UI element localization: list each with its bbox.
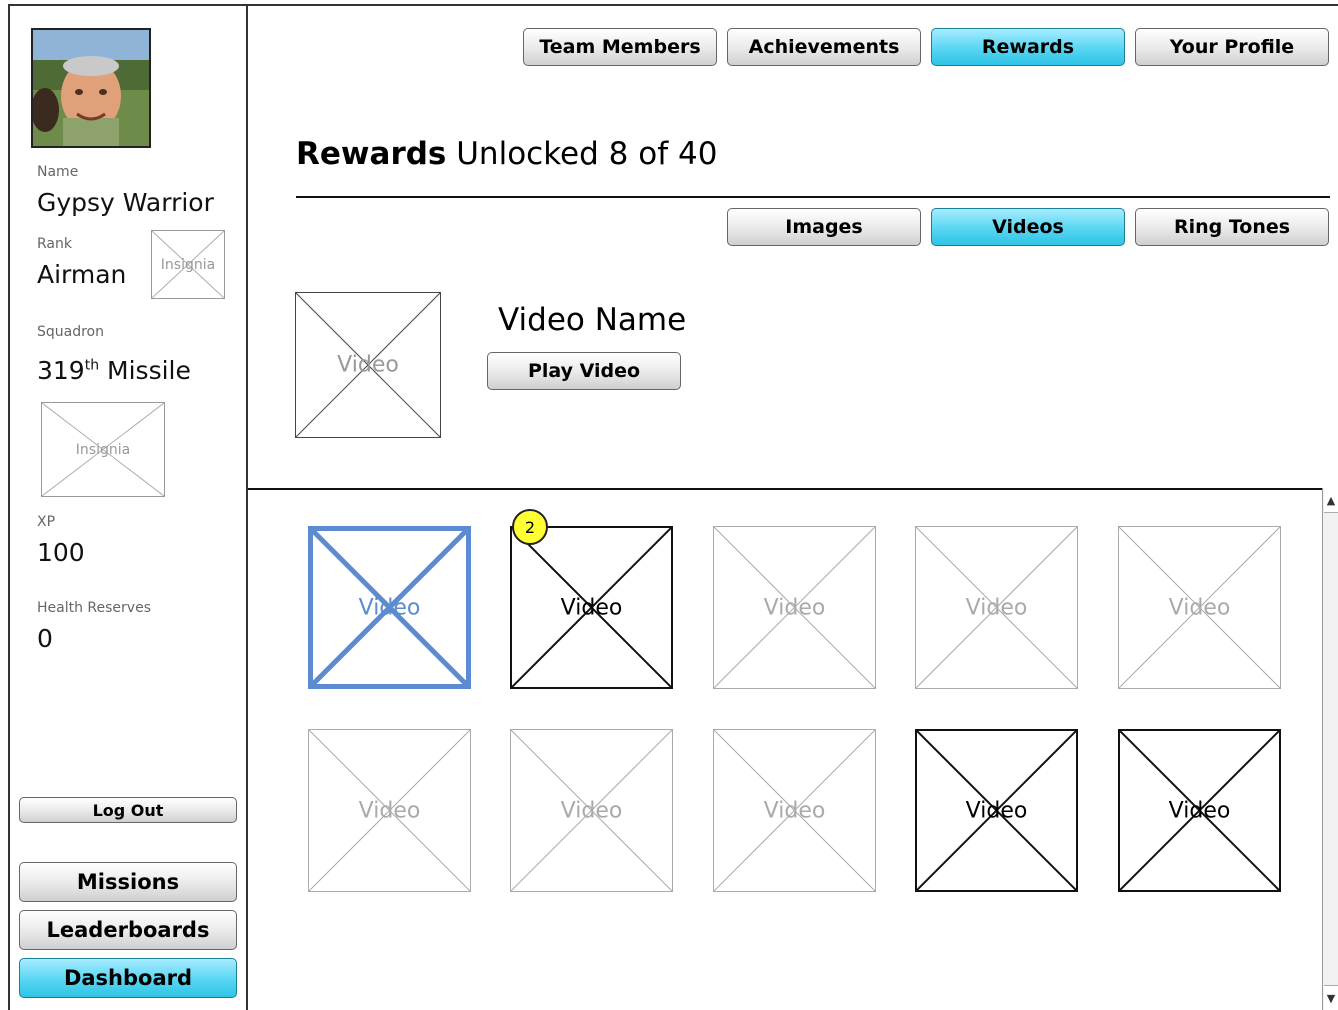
video-tile[interactable]: Video bbox=[308, 729, 471, 892]
video-tile-caption: Video bbox=[763, 595, 826, 620]
featured-video-thumbnail: Video bbox=[295, 292, 441, 438]
featured-video-name: Video Name bbox=[498, 302, 687, 338]
video-tile[interactable]: Video bbox=[915, 526, 1078, 689]
scroll-down-icon[interactable]: ▼ bbox=[1324, 985, 1338, 1010]
video-tile[interactable]: Video bbox=[1118, 526, 1281, 689]
squadron-insignia-placeholder: Insignia bbox=[41, 402, 165, 497]
sidebar-divider bbox=[246, 4, 248, 1010]
video-tile-caption: Video bbox=[560, 798, 623, 823]
video-tile-caption: Video bbox=[358, 595, 421, 620]
tab-achievements[interactable]: Achievements bbox=[727, 28, 921, 66]
video-tile[interactable]: Video bbox=[510, 526, 673, 689]
video-tile-caption: Video bbox=[1168, 595, 1231, 620]
rank-label: Rank bbox=[37, 236, 72, 252]
video-tile-caption: Video bbox=[965, 798, 1028, 823]
frame-top-border bbox=[8, 4, 1338, 6]
video-tile-caption: Video bbox=[560, 595, 623, 620]
video-tile[interactable]: Video bbox=[915, 729, 1078, 892]
health-label: Health Reserves bbox=[37, 600, 151, 616]
frame-left-border bbox=[8, 4, 10, 1010]
video-tile[interactable]: Video bbox=[308, 526, 471, 689]
video-tile-caption: Video bbox=[965, 595, 1028, 620]
squadron-value: 319th Missile bbox=[37, 356, 191, 385]
tab-your-profile[interactable]: Your Profile bbox=[1135, 28, 1329, 66]
player-name: Gypsy Warrior bbox=[37, 188, 214, 217]
video-tile[interactable]: Video bbox=[510, 729, 673, 892]
logout-button[interactable]: Log Out bbox=[19, 797, 237, 823]
video-tile-caption: Video bbox=[358, 798, 421, 823]
scrollbar[interactable]: ▲ ▼ bbox=[1322, 488, 1338, 1010]
rank-value: Airman bbox=[37, 260, 127, 289]
title-divider bbox=[296, 196, 1330, 198]
page-title: Rewards Unlocked 8 of 40 bbox=[296, 136, 718, 172]
tab-team-members[interactable]: Team Members bbox=[523, 28, 717, 66]
xp-value: 100 bbox=[37, 538, 85, 567]
video-tile-caption: Video bbox=[1168, 798, 1231, 823]
video-tile[interactable]: Video bbox=[713, 526, 876, 689]
subtab-ring-tones[interactable]: Ring Tones bbox=[1135, 208, 1329, 246]
rank-insignia-placeholder: Insignia bbox=[151, 230, 225, 299]
name-label: Name bbox=[37, 164, 79, 180]
video-tile[interactable]: Video bbox=[713, 729, 876, 892]
video-tile-caption: Video bbox=[763, 798, 826, 823]
scroll-up-icon[interactable]: ▲ bbox=[1324, 488, 1338, 513]
nav-dashboard-button[interactable]: Dashboard bbox=[19, 958, 237, 998]
health-value: 0 bbox=[37, 624, 53, 653]
nav-missions-button[interactable]: Missions bbox=[19, 862, 237, 902]
nav-leaderboards-button[interactable]: Leaderboards bbox=[19, 910, 237, 950]
section-divider bbox=[248, 488, 1322, 490]
subtab-videos[interactable]: Videos bbox=[931, 208, 1125, 246]
play-video-button[interactable]: Play Video bbox=[487, 352, 681, 390]
tab-rewards[interactable]: Rewards bbox=[931, 28, 1125, 66]
video-tile[interactable]: Video bbox=[1118, 729, 1281, 892]
new-count-badge: 2 bbox=[512, 509, 548, 545]
subtab-images[interactable]: Images bbox=[727, 208, 921, 246]
avatar bbox=[31, 28, 151, 148]
xp-label: XP bbox=[37, 514, 56, 530]
squadron-label: Squadron bbox=[37, 324, 104, 340]
